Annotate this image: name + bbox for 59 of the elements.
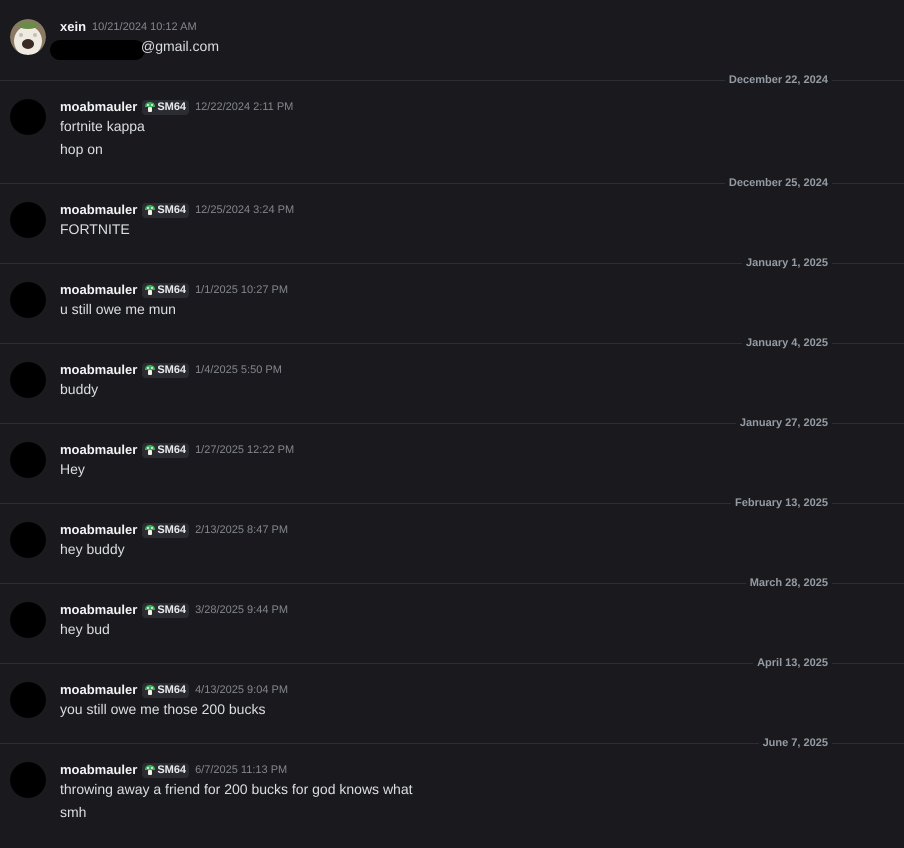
username[interactable]: moabmauler <box>60 760 138 780</box>
timestamp: 10/21/2024 10:12 AM <box>92 20 197 35</box>
message-text: throwing away a friend for 200 bucks for god knows what <box>60 780 413 799</box>
avatar[interactable] <box>10 442 46 478</box>
message-text: FORTNITE <box>60 220 130 239</box>
timestamp: 3/28/2025 9:44 PM <box>195 602 288 618</box>
timestamp: 12/22/2024 2:11 PM <box>195 100 294 115</box>
message-text: hop on <box>60 140 103 159</box>
timestamp: 1/4/2025 5:50 PM <box>195 362 282 378</box>
mushroom-icon <box>145 204 156 216</box>
guild-tag[interactable]: SM64 <box>142 602 190 618</box>
message-text: hey buddy <box>60 540 125 559</box>
guild-tag[interactable]: SM64 <box>142 762 190 778</box>
avatar[interactable] <box>10 202 46 238</box>
avatar[interactable] <box>10 282 46 318</box>
mushroom-icon <box>145 524 156 536</box>
timestamp: 1/27/2025 12:22 PM <box>195 442 294 458</box>
avatar[interactable] <box>10 762 46 798</box>
mushroom-icon <box>145 684 156 696</box>
timestamp: 4/13/2025 9:04 PM <box>195 682 288 698</box>
mushroom-icon <box>145 764 156 776</box>
timestamp: 12/25/2024 3:24 PM <box>195 202 294 218</box>
message-text: you still owe me those 200 bucks <box>60 700 266 719</box>
guild-tag[interactable]: SM64 <box>142 282 190 298</box>
message-text: fortnite kappa <box>60 117 145 136</box>
username[interactable]: moabmauler <box>60 360 138 380</box>
mushroom-icon <box>145 102 156 112</box>
mushroom-icon <box>145 604 156 616</box>
avatar[interactable] <box>10 99 46 135</box>
message-text: u still owe me mun <box>60 300 176 319</box>
avatar[interactable] <box>10 682 46 718</box>
mushroom-icon <box>145 444 156 456</box>
message-text: @gmail.com <box>141 37 220 56</box>
message-text: Hey <box>60 460 85 479</box>
timestamp: 6/7/2025 11:13 PM <box>195 762 288 778</box>
guild-tag[interactable]: SM64 <box>142 682 190 698</box>
username[interactable]: xein <box>60 17 86 37</box>
avatar[interactable] <box>10 522 46 558</box>
timestamp: 2/13/2025 8:47 PM <box>195 522 288 538</box>
username[interactable]: moabmauler <box>60 280 138 300</box>
guild-tag[interactable]: SM64 <box>142 442 190 458</box>
avatar[interactable] <box>10 602 46 638</box>
username[interactable]: moabmauler <box>60 680 138 700</box>
guild-tag[interactable]: SM64 <box>142 100 190 114</box>
username[interactable]: moabmauler <box>60 97 138 117</box>
guild-tag[interactable]: SM64 <box>142 362 190 378</box>
mushroom-icon <box>145 364 156 376</box>
mushroom-icon <box>145 284 156 296</box>
guild-tag[interactable]: SM64 <box>142 202 190 218</box>
message-text: hey bud <box>60 620 110 639</box>
username[interactable]: moabmauler <box>60 520 138 540</box>
username[interactable]: moabmauler <box>60 440 138 460</box>
guild-tag[interactable]: SM64 <box>142 522 190 538</box>
avatar[interactable] <box>10 362 46 398</box>
username[interactable]: moabmauler <box>60 200 138 220</box>
timestamp: 1/1/2025 10:27 PM <box>195 282 288 298</box>
message-text: buddy <box>60 380 98 399</box>
message-text: smh <box>60 803 86 822</box>
username[interactable]: moabmauler <box>60 600 138 620</box>
